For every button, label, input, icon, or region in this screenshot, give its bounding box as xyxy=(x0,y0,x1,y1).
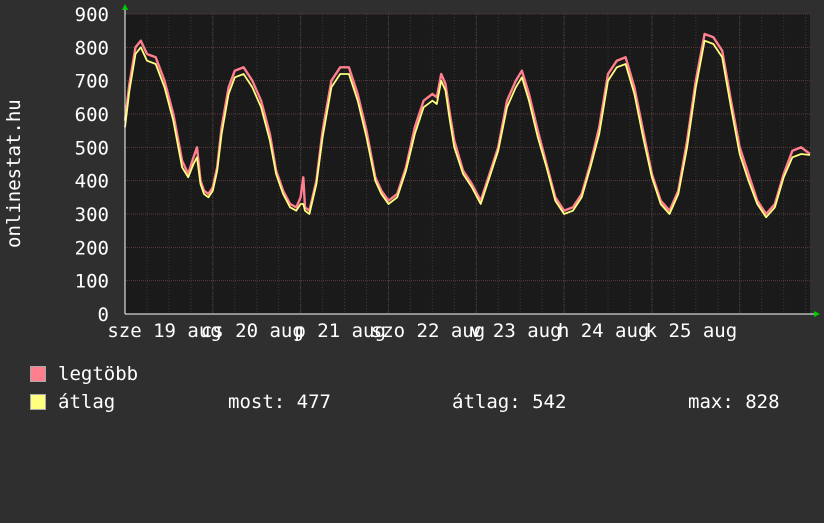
y-tick-label: 500 xyxy=(75,137,109,159)
legend-row-max: legtöbb xyxy=(30,363,138,385)
y-tick-label: 200 xyxy=(75,237,109,259)
y-tick-label: 400 xyxy=(75,171,109,193)
legend-label-max: legtöbb xyxy=(58,363,139,385)
x-tick-label: k 25 aug xyxy=(646,320,738,342)
y-tick-label: 700 xyxy=(75,71,109,93)
y-tick-label: 800 xyxy=(75,37,109,59)
y-tick-label: 900 xyxy=(75,4,109,26)
y-tick-label: 600 xyxy=(75,104,109,126)
legend-swatch-max xyxy=(30,366,46,382)
stat-average: átlag: 542 xyxy=(452,391,567,413)
y-tick-labels: 0100200300400500600700800900 xyxy=(75,4,109,326)
stat-current: most: 477 xyxy=(228,391,331,413)
legend-swatch-avg xyxy=(30,394,46,410)
x-tick-label: h 24 aug xyxy=(558,320,650,342)
stat-max: max: 828 xyxy=(688,391,780,413)
site-label: onlinestat.hu xyxy=(3,99,25,248)
x-tick-label: cs 20 aug xyxy=(201,320,304,342)
legend-label-avg: átlag xyxy=(58,391,116,413)
x-tick-label: szo 22 aug xyxy=(371,320,485,342)
legend-row-avg: átlag most: 477 átlag: 542 max: 828 xyxy=(30,391,810,413)
x-axis-arrow xyxy=(814,311,820,317)
y-axis-arrow xyxy=(122,4,128,10)
x-tick-label: v 23 aug xyxy=(470,320,562,342)
y-tick-label: 300 xyxy=(75,204,109,226)
x-tick-labels: sze 19 augcs 20 augp 21 augszo 22 augv 2… xyxy=(107,320,737,342)
y-tick-label: 100 xyxy=(75,271,109,293)
plot-area xyxy=(125,14,810,314)
